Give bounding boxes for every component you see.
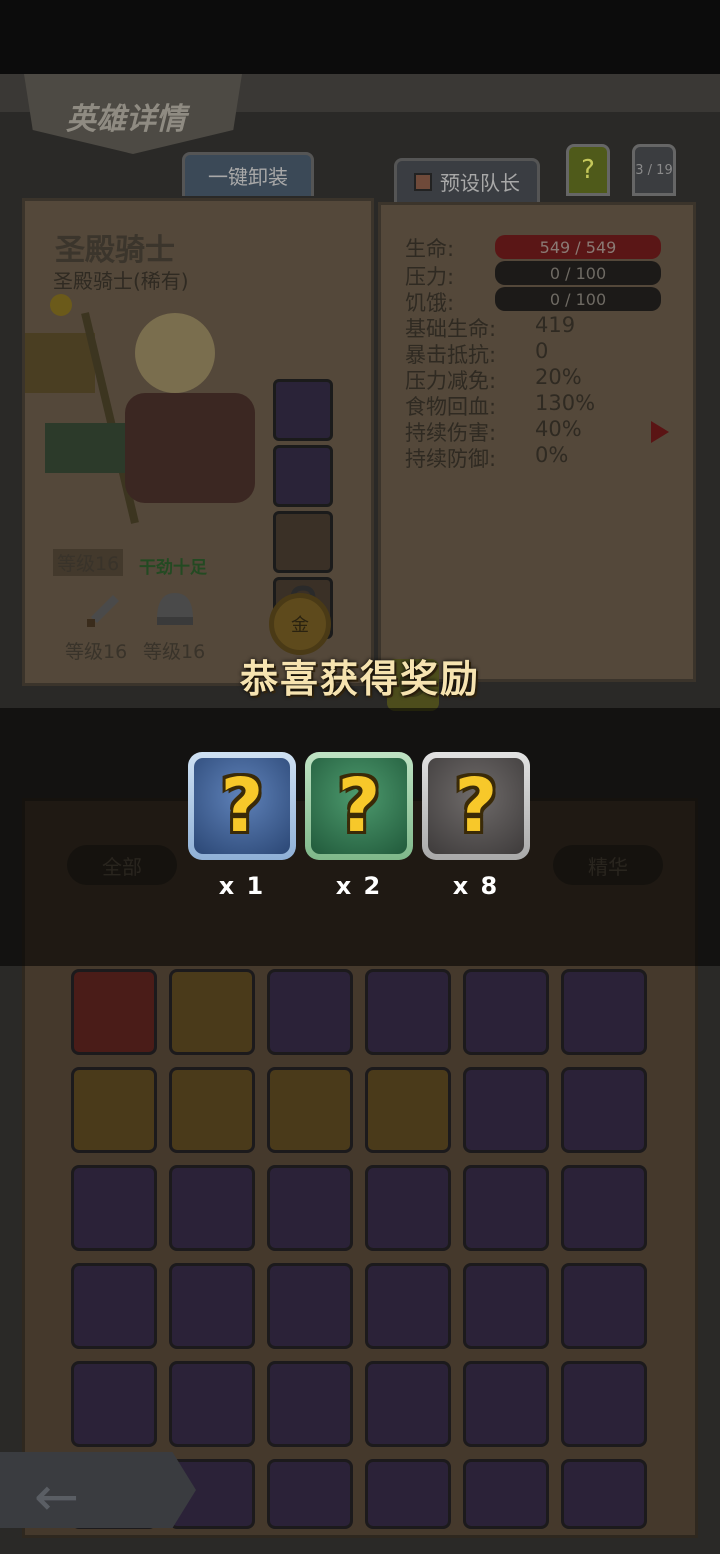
- reward-item-green[interactable]: ?: [305, 752, 413, 860]
- hero-level-badge: 等级16: [53, 549, 124, 576]
- preset-leader-label: 预设队长: [440, 171, 520, 195]
- hero-name: 圣殿骑士: [55, 233, 175, 268]
- inventory-item[interactable]: [365, 1361, 451, 1447]
- game-screen: 英雄详情 一键卸装 预设队长 ? 3 / 19 圣殿骑士 圣殿骑士(稀有) 等级…: [0, 0, 720, 1554]
- help-label: ?: [581, 155, 595, 185]
- inventory-item[interactable]: [365, 1263, 451, 1349]
- inventory-item[interactable]: [71, 1165, 157, 1251]
- inventory-item[interactable]: [267, 969, 353, 1055]
- stress-bar: 0 / 100: [495, 261, 661, 285]
- inventory-item[interactable]: [365, 969, 451, 1055]
- gold-label: 金: [291, 615, 309, 636]
- inventory-item[interactable]: [169, 1361, 255, 1447]
- reward-item-face: ?: [194, 758, 290, 854]
- stat-value: 20%: [535, 365, 582, 389]
- inventory-item[interactable]: [463, 1067, 549, 1153]
- page-title: 英雄详情: [66, 102, 186, 137]
- inventory-item[interactable]: [267, 1067, 353, 1153]
- sword-icon[interactable]: [83, 591, 123, 631]
- reward-quantity: x 1: [218, 872, 266, 900]
- question-mark-icon: ?: [220, 763, 264, 849]
- help-button[interactable]: ?: [566, 144, 610, 196]
- reward-item-face: ?: [311, 758, 407, 854]
- inventory-item[interactable]: [267, 1165, 353, 1251]
- reward-quantity: x 2: [335, 872, 383, 900]
- inventory-item[interactable]: [267, 1459, 353, 1529]
- question-mark-icon: ?: [337, 763, 381, 849]
- next-page-arrow-icon[interactable]: [649, 419, 671, 445]
- stat-value: 40%: [535, 417, 582, 441]
- equip-slot-empty[interactable]: [273, 511, 333, 573]
- stat-value: 130%: [535, 391, 596, 415]
- inventory-item[interactable]: [267, 1361, 353, 1447]
- inventory-item[interactable]: [463, 969, 549, 1055]
- hero-panel: 圣殿骑士 圣殿骑士(稀有) 等级16 干劲十足 等级16 等级16 金: [22, 198, 374, 686]
- inventory-item[interactable]: [561, 1165, 647, 1251]
- stat-value: 419: [535, 313, 576, 337]
- inventory-item[interactable]: [561, 1459, 647, 1529]
- hunger-bar: 0 / 100: [495, 287, 661, 311]
- stress-value: 0 / 100: [549, 263, 607, 283]
- hero-page-counter: 3 / 19: [632, 144, 676, 196]
- inventory-item[interactable]: [71, 969, 157, 1055]
- inventory-item[interactable]: [169, 969, 255, 1055]
- inventory-item[interactable]: [267, 1263, 353, 1349]
- reward-item-grey[interactable]: ?: [422, 752, 530, 860]
- inventory-item[interactable]: [169, 1165, 255, 1251]
- hunger-value: 0 / 100: [549, 289, 607, 309]
- stat-label: 持续防御:: [405, 447, 497, 471]
- inventory-item[interactable]: [71, 1361, 157, 1447]
- inventory-item[interactable]: [463, 1459, 549, 1529]
- reward-item-blue[interactable]: ?: [188, 752, 296, 860]
- question-mark-icon: ?: [454, 763, 498, 849]
- stat-label: 生命:: [405, 237, 455, 261]
- equip-slot-amulet[interactable]: [273, 445, 333, 507]
- inventory-item[interactable]: [71, 1067, 157, 1153]
- hero-portrait: [25, 294, 255, 524]
- unequip-all-label: 一键卸装: [208, 165, 288, 189]
- inventory-item[interactable]: [561, 1361, 647, 1447]
- hp-bar: 549 / 549: [495, 235, 661, 259]
- back-arrow-icon: ←: [34, 1465, 80, 1528]
- inventory-item[interactable]: [561, 969, 647, 1055]
- stats-panel: 生命: 549 / 549 压力: 0 / 100 饥饿: 0 / 100 基础…: [378, 202, 696, 711]
- reward-title: 恭喜获得奖励: [239, 657, 480, 701]
- inventory-item[interactable]: [169, 1263, 255, 1349]
- inventory-item[interactable]: [365, 1459, 451, 1529]
- inventory-item[interactable]: [463, 1263, 549, 1349]
- inventory-item[interactable]: [365, 1165, 451, 1251]
- mood-status: 干劲十足: [139, 558, 207, 578]
- reward-item-face: ?: [428, 758, 524, 854]
- hero-class: 圣殿骑士(稀有): [53, 269, 189, 293]
- checkbox-icon[interactable]: [414, 172, 432, 191]
- page-count-text: 3 / 19: [635, 162, 673, 178]
- inventory-item[interactable]: [463, 1165, 549, 1251]
- inventory-item[interactable]: [463, 1361, 549, 1447]
- stat-value: 0%: [535, 443, 569, 467]
- hp-value: 549 / 549: [539, 237, 617, 257]
- inventory-item[interactable]: [561, 1263, 647, 1349]
- inventory-item[interactable]: [169, 1067, 255, 1153]
- inventory-item[interactable]: [71, 1263, 157, 1349]
- reward-quantity: x 8: [452, 872, 500, 900]
- back-button[interactable]: [0, 1452, 196, 1528]
- helmet-icon[interactable]: [153, 589, 197, 631]
- gold-coin-button[interactable]: 金: [269, 593, 331, 655]
- unequip-all-button[interactable]: 一键卸装: [182, 152, 314, 196]
- stat-value: 0: [535, 339, 549, 363]
- preset-leader-toggle[interactable]: 预设队长: [394, 158, 540, 202]
- equip-slot-armor[interactable]: [273, 379, 333, 441]
- inventory-item[interactable]: [365, 1067, 451, 1153]
- inventory-item[interactable]: [561, 1067, 647, 1153]
